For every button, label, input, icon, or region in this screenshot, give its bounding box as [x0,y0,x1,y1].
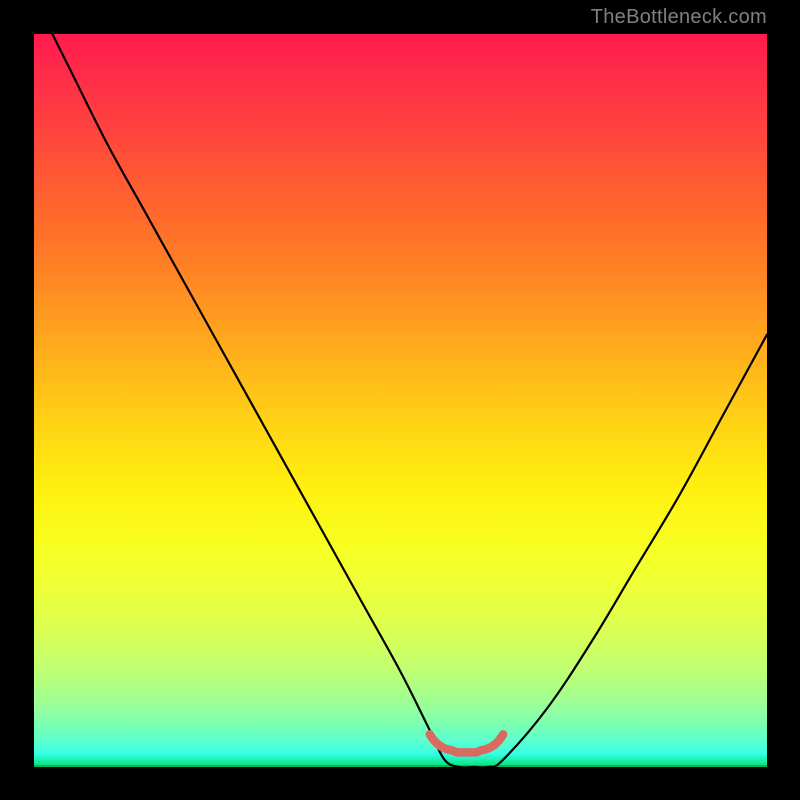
chart-svg [0,0,800,800]
v-curve [34,0,767,768]
optimal-zone-marker [430,734,503,752]
watermark: TheBottleneck.com [591,6,767,29]
chart-frame: { "watermark": "TheBottleneck.com", "plo… [0,0,800,800]
